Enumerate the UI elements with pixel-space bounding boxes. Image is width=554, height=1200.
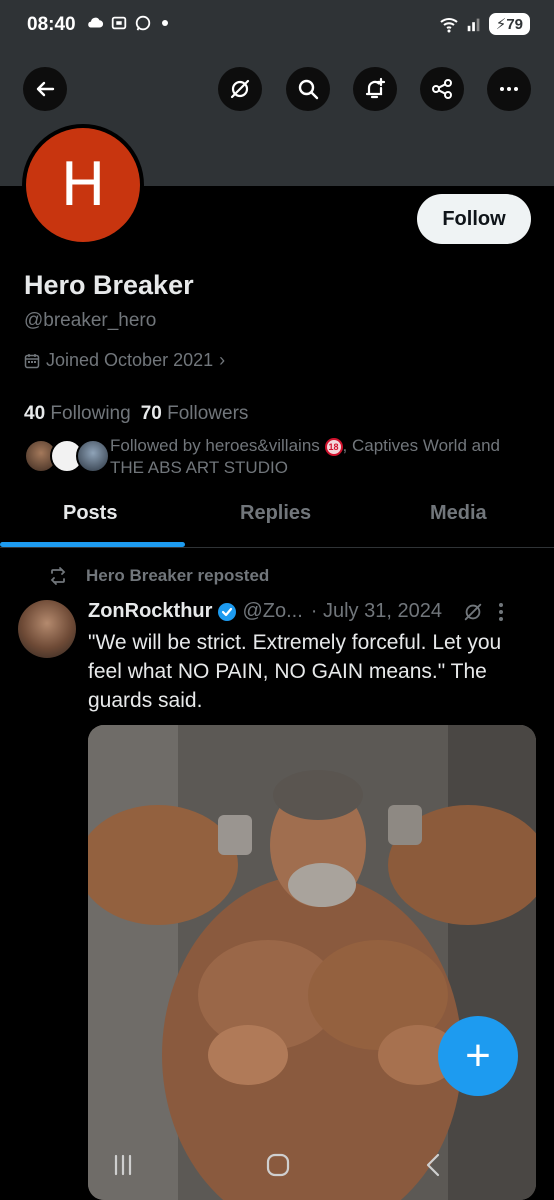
notification-icons [86, 14, 168, 32]
post-author-avatar[interactable] [18, 600, 76, 658]
profile-avatar[interactable]: H [22, 124, 144, 246]
bell-plus-icon [365, 77, 386, 99]
search-icon [298, 79, 319, 100]
post-text: "We will be strict. Extremely forceful. … [88, 631, 502, 712]
active-tab-indicator [0, 542, 185, 547]
follower-avatars [24, 439, 110, 473]
repost-text: Hero Breaker reposted [86, 566, 270, 585]
follower-avatar [76, 439, 110, 473]
post-date[interactable]: · July 31, 2024 [311, 600, 442, 623]
arrow-left-icon [36, 81, 55, 97]
cloud-icon [88, 17, 104, 28]
compose-button[interactable]: + [438, 1016, 518, 1096]
followers-count: 70 [140, 403, 162, 424]
post-author-handle[interactable]: @Zo... [242, 600, 302, 623]
clock: 08:40 [27, 14, 76, 35]
back-nav-icon[interactable] [419, 1150, 449, 1180]
search-button[interactable] [286, 67, 330, 111]
calendar-icon [24, 353, 40, 368]
more-vertical-icon[interactable] [498, 602, 504, 622]
following-link[interactable]: 40 Following [24, 403, 131, 425]
tab-media[interactable]: Media [430, 502, 487, 525]
following-label: Following [50, 403, 131, 424]
repost-label: Hero Breaker reposted [48, 566, 269, 586]
profile-name: Hero Breaker [24, 270, 194, 300]
followed-by[interactable]: Followed by heroes&villains 18, Captives… [24, 435, 524, 479]
system-navigation-bar [0, 1128, 554, 1200]
joined-date[interactable]: Joined October 2021 › [24, 350, 225, 371]
tab-posts[interactable]: Posts [63, 502, 117, 525]
profile-handle: @breaker_hero [24, 310, 157, 331]
chevron-right-icon: › [219, 350, 226, 370]
grok-button[interactable] [218, 67, 262, 111]
grok-icon [230, 79, 250, 99]
follow-counts: 40 Following 70 Followers [24, 403, 248, 425]
profile-tabs: Posts Replies Media [0, 490, 554, 548]
verified-badge-icon [218, 602, 237, 621]
back-button[interactable] [23, 67, 67, 111]
joined-label: Joined October 2021 [46, 350, 214, 370]
followers-label: Followers [167, 403, 249, 424]
signal-icon [467, 18, 480, 32]
plus-icon: + [465, 1031, 491, 1080]
post-header: ZonRockthur @Zo... · July 31, 2024 [88, 600, 538, 623]
share-icon [432, 79, 452, 99]
post-author-name[interactable]: ZonRockthur [88, 600, 212, 623]
adult-18-icon: 18 [324, 437, 343, 456]
tab-replies[interactable]: Replies [240, 502, 311, 525]
grok-icon[interactable] [462, 601, 484, 623]
followers-link[interactable]: 70 Followers [141, 403, 249, 425]
followed-by-prefix: Followed by heroes&villains [110, 436, 320, 455]
wifi-icon [440, 18, 458, 33]
home-icon[interactable] [263, 1150, 293, 1180]
more-horizontal-icon [500, 87, 518, 91]
more-options-button[interactable] [487, 67, 531, 111]
whatsapp-icon [135, 15, 151, 31]
bolt-icon: ⚡ [495, 16, 507, 33]
follow-button[interactable]: Follow [417, 194, 531, 244]
more-notifications-dot [162, 20, 168, 26]
battery-level: 79 [506, 15, 523, 33]
repost-icon [50, 567, 66, 585]
share-button[interactable] [420, 67, 464, 111]
following-count: 40 [24, 403, 46, 424]
avatar-letter: H [26, 128, 140, 242]
notifications-button[interactable] [353, 67, 397, 111]
recent-apps-icon[interactable] [108, 1150, 138, 1180]
status-bar: 08:40 ⚡ 79 [0, 0, 554, 50]
screenshot-icon [111, 16, 127, 30]
followed-by-text: Followed by heroes&villains 18, Captives… [110, 435, 520, 479]
battery-indicator: ⚡ 79 [488, 13, 530, 35]
